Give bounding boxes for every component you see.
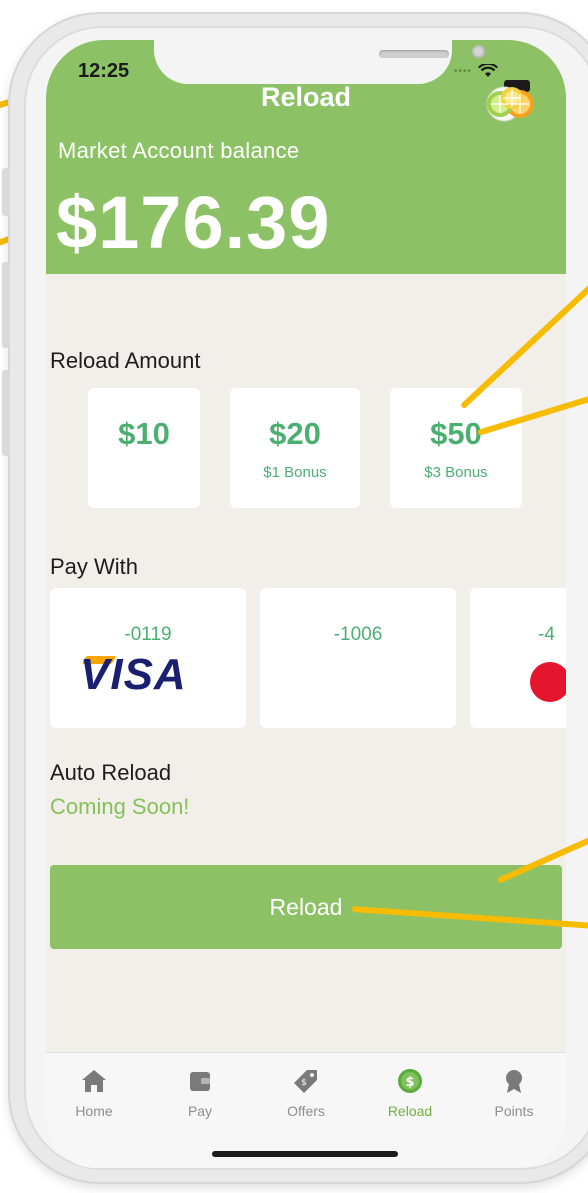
phone-side-button (2, 262, 10, 348)
tab-label: Home (75, 1103, 113, 1119)
payment-card-visa[interactable]: -0119 VISA (50, 588, 246, 728)
balance-label: Market Account balance (58, 138, 300, 163)
status-time: 12:25 (78, 60, 130, 82)
visa-logo: VISA (80, 650, 187, 699)
front-camera (472, 45, 485, 58)
payment-card-second[interactable]: -1006 (260, 588, 456, 728)
tab-label: Pay (187, 1103, 213, 1119)
reload-amount-label: Reload Amount (50, 348, 201, 373)
home-icon (82, 1070, 106, 1092)
reload-button-label: Reload (269, 894, 343, 920)
amount-value: $20 (269, 416, 321, 451)
wallet-icon (190, 1072, 210, 1091)
amount-value: $10 (118, 416, 170, 451)
tab-label: Offers (287, 1103, 325, 1119)
svg-text:$: $ (301, 1078, 307, 1088)
svg-text:$: $ (405, 1075, 414, 1090)
reload-button[interactable]: Reload (50, 865, 562, 949)
tab-points[interactable]: Points (474, 1067, 554, 1119)
auto-reload-status: Coming Soon! (50, 794, 190, 819)
tab-label: Points (494, 1103, 534, 1119)
balance-value: $176.39 (56, 181, 331, 264)
app-screenshot: 12:25 •••• Reload Market Account balance… (0, 0, 588, 1193)
dollar-coin-icon: $ (398, 1069, 422, 1093)
amount-option-20[interactable]: $20 $1 Bonus (230, 388, 360, 508)
tab-label: Reload (387, 1103, 433, 1119)
award-icon (506, 1070, 522, 1093)
amount-bonus: $1 Bonus (263, 464, 327, 481)
signal-icon: •••• (454, 65, 473, 77)
mastercard-logo-icon (530, 662, 566, 702)
amount-option-10[interactable]: $10 (88, 388, 200, 508)
tab-offers[interactable]: $ Offers (266, 1067, 346, 1119)
phone-side-button (2, 370, 10, 456)
payment-card-carousel[interactable]: -0119 VISA -1006 -4 (50, 588, 566, 728)
phone-notch (154, 40, 485, 84)
tab-bar: Home Pay $ Offers $ Reload Points (46, 1052, 566, 1168)
card-number: -0119 (124, 624, 172, 645)
amount-bonus: $3 Bonus (424, 464, 488, 481)
card-number: -4 (538, 624, 555, 645)
app-screen: 12:25 •••• Reload Market Account balance… (46, 40, 566, 1168)
speaker-grille (379, 50, 449, 58)
citrus-logo-icon[interactable] (484, 74, 536, 126)
phone-side-button (2, 168, 10, 216)
amount-option-50[interactable]: $50 $3 Bonus (390, 388, 522, 508)
home-indicator[interactable] (212, 1151, 398, 1157)
tab-reload[interactable]: $ Reload (370, 1067, 450, 1119)
tag-icon: $ (294, 1070, 317, 1093)
tab-pay[interactable]: Pay (160, 1067, 240, 1119)
tab-home[interactable]: Home (54, 1067, 134, 1119)
auto-reload-label: Auto Reload (50, 760, 172, 785)
pay-with-label: Pay With (50, 554, 139, 579)
card-number: -1006 (333, 624, 383, 645)
header: 12:25 •••• Reload Market Account balance… (46, 40, 566, 274)
payment-card-mastercard[interactable]: -4 (470, 588, 566, 728)
